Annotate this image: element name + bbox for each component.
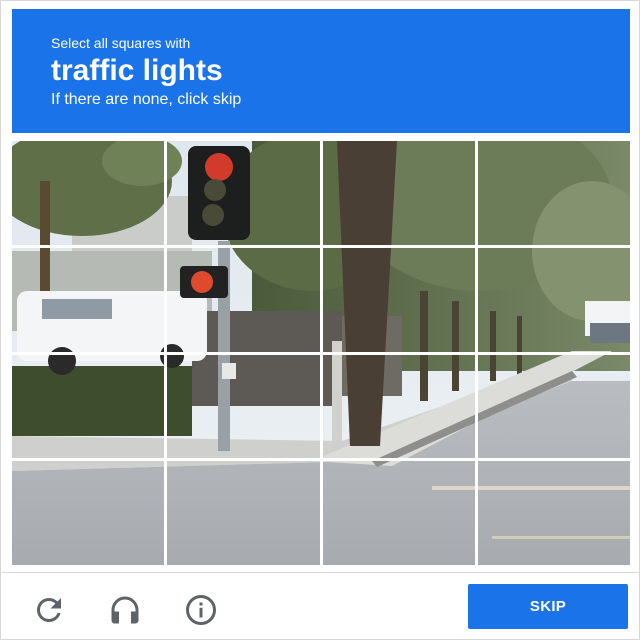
info-icon xyxy=(186,595,216,625)
tile-r4-c1[interactable] xyxy=(12,461,164,565)
challenge-header: Select all squares with traffic lights I… xyxy=(12,9,630,133)
tile-r1-c3[interactable] xyxy=(323,141,475,245)
info-button[interactable] xyxy=(181,590,221,630)
tile-r1-c2[interactable] xyxy=(167,141,319,245)
tile-r4-c3[interactable] xyxy=(323,461,475,565)
tile-r3-c2[interactable] xyxy=(167,355,319,459)
tile-r2-c4[interactable] xyxy=(478,248,630,352)
tile-r4-c2[interactable] xyxy=(167,461,319,565)
reload-button[interactable] xyxy=(29,590,69,630)
footer: SKIP xyxy=(1,573,640,639)
tile-r3-c3[interactable] xyxy=(323,355,475,459)
tile-r2-c2[interactable] xyxy=(167,248,319,352)
audio-challenge-button[interactable] xyxy=(105,590,145,630)
captcha-frame: Select all squares with traffic lights I… xyxy=(0,0,640,640)
tile-r1-c4[interactable] xyxy=(478,141,630,245)
hint-text: If there are none, click skip xyxy=(51,91,242,108)
skip-button[interactable]: SKIP xyxy=(468,584,628,629)
tile-r3-c4[interactable] xyxy=(478,355,630,459)
audio-icon xyxy=(111,596,139,624)
reload-icon xyxy=(36,598,61,622)
tile-r4-c4[interactable] xyxy=(478,461,630,565)
instruction-text: Select all squares with xyxy=(51,35,191,51)
tile-r2-c3[interactable] xyxy=(323,248,475,352)
tile-grid xyxy=(12,141,630,565)
tile-r3-c1[interactable] xyxy=(12,355,164,459)
tile-r2-c1[interactable] xyxy=(12,248,164,352)
tile-r1-c1[interactable] xyxy=(12,141,164,245)
target-object-text: traffic lights xyxy=(51,54,223,87)
